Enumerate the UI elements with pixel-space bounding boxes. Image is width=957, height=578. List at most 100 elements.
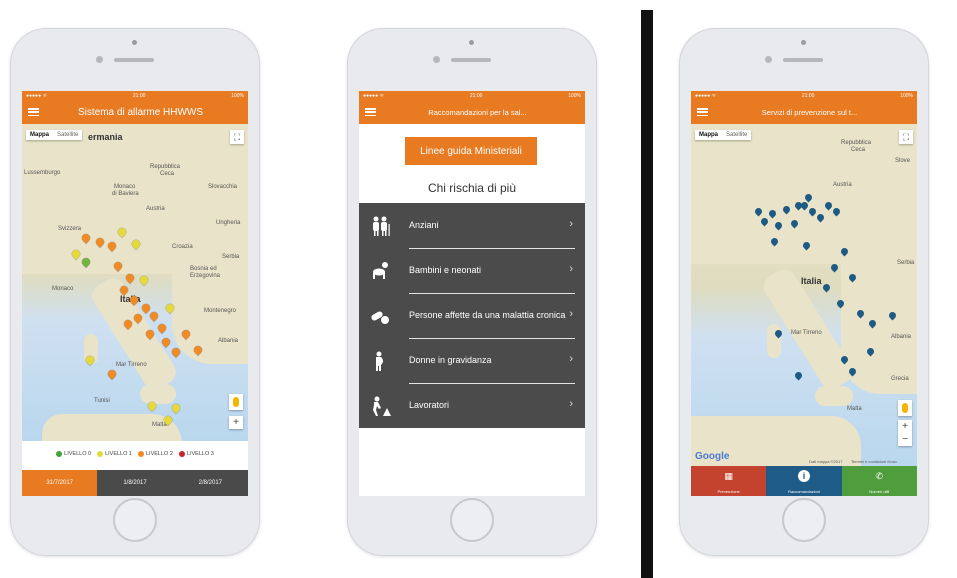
map-pin[interactable] [124, 272, 136, 284]
risk-item-pregnant[interactable]: Donne in gravidanza › [359, 338, 585, 383]
carrier-signal: ●●●●● ᯤ [363, 92, 385, 99]
map-type-satellite[interactable]: Satellite [722, 130, 751, 140]
map-pin[interactable] [106, 368, 118, 380]
map-label: Mar Tirreno [116, 362, 147, 368]
map-label: Tunisi [94, 398, 110, 404]
menu-icon[interactable] [697, 108, 708, 116]
map-terms-link[interactable]: Termini e condizioni d'uso [851, 459, 897, 464]
legend-item: LIVELLO 3 [178, 451, 214, 457]
status-bar: ●●●●● ᯤ 21:00 100% [359, 91, 585, 100]
fullscreen-icon[interactable]: ⛶ [899, 130, 913, 144]
map-label: Serbia [222, 254, 240, 260]
map-label: ermania [88, 132, 123, 142]
earpiece-speaker [783, 58, 823, 62]
app-header: Servizi di prevenzione sul t... [691, 100, 917, 124]
map-label: Slove [895, 158, 911, 164]
map-pin[interactable] [156, 322, 168, 334]
map-type-satellite[interactable]: Satellite [53, 130, 82, 140]
google-logo: Google [695, 451, 730, 462]
legend-item: LIVELLO 2 [138, 451, 173, 457]
zoom-in-button[interactable]: + [898, 420, 912, 433]
carrier-signal: ●●●●● ᯤ [26, 92, 48, 99]
date-tab[interactable]: 31/7/2017 [22, 470, 98, 496]
phone-frame-services: ●●●●● ᯤ 21:00 100% Servizi di prevenzion… [679, 28, 929, 556]
date-tab[interactable]: 2/8/2017 [172, 470, 248, 496]
carrier-signal: ●●●●● ᯤ [695, 92, 717, 99]
risk-item-elderly[interactable]: Anziani › [359, 203, 585, 248]
zoom-controls[interactable]: + − [898, 420, 912, 446]
map-pin[interactable] [170, 402, 182, 414]
elderly-couple-icon [369, 215, 391, 237]
map-label: Monaco [52, 286, 74, 292]
map-pin[interactable] [148, 310, 160, 322]
map-type-map[interactable]: Mappa [26, 130, 53, 140]
home-button[interactable] [782, 498, 826, 542]
pills-icon [369, 305, 391, 327]
legend-swatch [97, 451, 104, 457]
legend-item: LIVELLO 0 [56, 451, 91, 457]
alarm-map[interactable]: Mappa Satellite ⛶ ermania Lussemburgo Re… [22, 124, 248, 441]
front-camera [96, 56, 103, 63]
map-land-sicily [815, 386, 853, 406]
ministerial-guidelines-button[interactable]: Linee guida Ministeriali [405, 137, 537, 165]
pregnant-woman-icon [369, 350, 391, 372]
legend-item: LIVELLO 1 [97, 451, 132, 457]
map-label: Malta [847, 406, 862, 412]
fullscreen-icon[interactable]: ⛶ [230, 130, 244, 144]
map-pin[interactable] [793, 370, 804, 381]
map-label: Ceca [851, 147, 866, 153]
map-label: Ceca [160, 171, 175, 177]
front-camera [765, 56, 772, 63]
crawling-baby-icon [369, 260, 391, 282]
map-type-toggle[interactable]: Mappa Satellite [695, 130, 752, 140]
date-tab[interactable]: 1/8/2017 [97, 470, 173, 496]
phone-icon: ✆ [875, 471, 884, 481]
battery-level: 100% [231, 92, 244, 99]
worker-icon [369, 395, 391, 417]
map-label: Italia [801, 276, 822, 286]
street-view-pegman-icon[interactable] [229, 394, 243, 410]
risk-heading: Chi rischia di più [427, 181, 517, 195]
map-pin[interactable] [138, 274, 150, 286]
map-type-map[interactable]: Mappa [695, 130, 722, 140]
tab-prevention[interactable]: ▦ Prevenzione [691, 466, 767, 496]
map-label: Ungheria [216, 220, 241, 226]
risk-item-workers[interactable]: Lavoratori › [359, 383, 585, 428]
tab-useful-numbers[interactable]: ✆ Numeri utili [841, 466, 917, 496]
risk-item-children[interactable]: Bambini e neonati › [359, 248, 585, 293]
earpiece-speaker [114, 58, 154, 62]
legend-swatch [178, 451, 185, 457]
street-view-pegman-icon[interactable] [898, 400, 912, 416]
services-map[interactable]: Mappa Satellite ⛶ Repubblica Ceca Slove … [691, 124, 917, 466]
status-time: 21:00 [132, 92, 146, 99]
legend-swatch [56, 451, 63, 457]
map-pin[interactable] [829, 262, 840, 273]
map-label: Mar Tirreno [791, 330, 822, 336]
map-label: Grecia [891, 376, 909, 382]
risk-item-chronic[interactable]: Persone affette da una malattia cronica … [359, 293, 585, 338]
map-pin[interactable] [821, 282, 832, 293]
menu-icon[interactable] [28, 108, 39, 116]
zoom-in-button[interactable]: + [229, 416, 243, 429]
tab-recommendations[interactable]: i Raccomandazioni [766, 466, 842, 496]
alarm-screen: ●●●●● ᯤ 21:00 100% Sistema di allarme HH… [22, 91, 248, 496]
chevron-right-icon: › [569, 353, 573, 365]
map-label: Monaco [114, 184, 136, 190]
map-type-toggle[interactable]: Mappa Satellite [26, 130, 83, 140]
risk-item-label: Bambini e neonati [409, 264, 482, 275]
home-button[interactable] [113, 498, 157, 542]
page-title: Sistema di allarme HHWWS [77, 106, 204, 118]
map-land-sicily [140, 384, 176, 404]
date-tabs: 31/7/2017 1/8/2017 2/8/2017 [22, 470, 248, 496]
page-title: Servizi di prevenzione sul t... [761, 107, 858, 117]
home-button[interactable] [450, 498, 494, 542]
battery-level: 100% [900, 92, 913, 99]
menu-icon[interactable] [365, 108, 376, 116]
phone-frame-alarm: ●●●●● ᯤ 21:00 100% Sistema di allarme HH… [10, 28, 260, 556]
map-label: Repubblica [841, 140, 872, 146]
phone-dot [801, 40, 806, 45]
battery-level: 100% [568, 92, 581, 99]
zoom-out-button[interactable]: − [898, 433, 912, 446]
map-label: Svizzera [58, 226, 82, 232]
map-pin[interactable] [140, 302, 152, 314]
